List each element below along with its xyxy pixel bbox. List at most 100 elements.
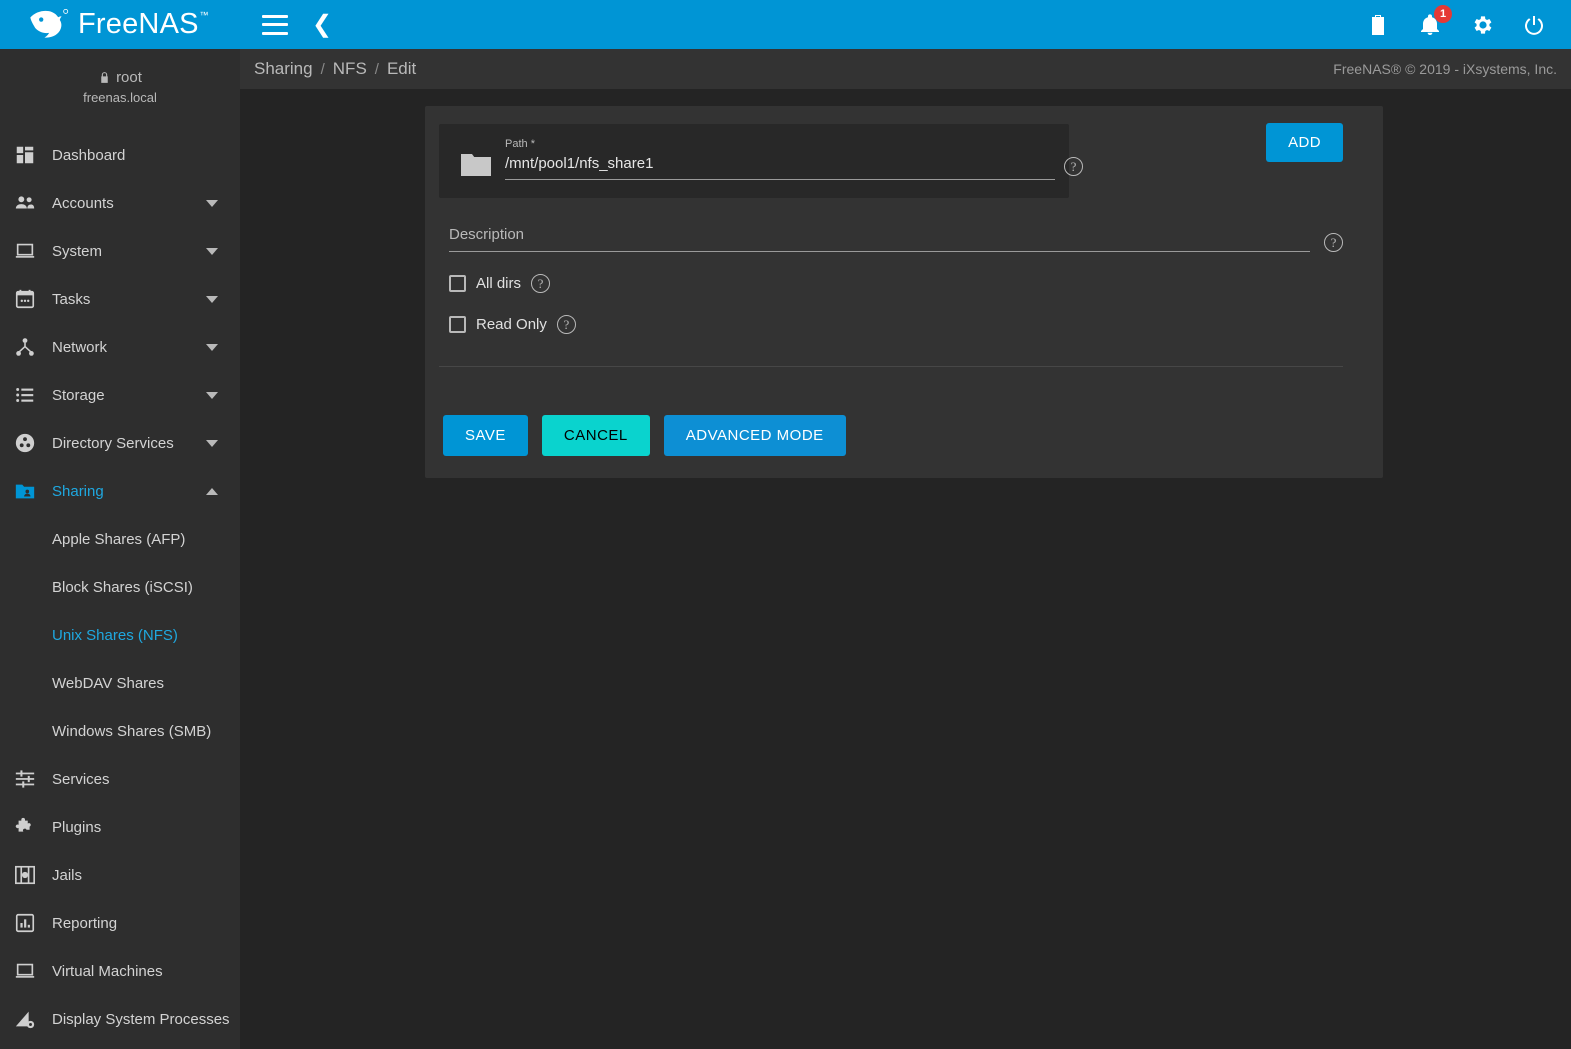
display-system-processes-icon xyxy=(14,1007,50,1031)
help-circle-icon[interactable]: ? xyxy=(556,315,576,334)
form-divider xyxy=(439,366,1343,367)
top-bar: FreeNAS ™ ❮ 1 xyxy=(0,0,1571,49)
cancel-button[interactable]: CANCEL xyxy=(541,415,650,456)
sidebar-item-label: Directory Services xyxy=(52,434,174,452)
chevron-up-icon[interactable] xyxy=(206,487,218,495)
sidebar: root freenas.local Dashboard Accounts Sy… xyxy=(0,0,240,1049)
form-actions: SAVE CANCEL ADVANCED MODE xyxy=(425,393,1383,478)
sidebar-hostname: freenas.local xyxy=(83,90,157,105)
form-body: Path * ? ADD ? All dirs ? Read Only xyxy=(425,106,1383,393)
services-sliders-icon xyxy=(14,767,50,791)
description-input[interactable] xyxy=(449,225,1310,252)
path-field-wrap: Path * ? xyxy=(505,138,1083,180)
sidebar-item-plugins[interactable]: Plugins xyxy=(0,803,240,851)
sidebar-item-reporting[interactable]: Reporting xyxy=(0,899,240,947)
sidebar-item-label: Virtual Machines xyxy=(52,962,163,980)
sidebar-item-windows-shares[interactable]: Windows Shares (SMB) xyxy=(0,707,240,755)
hamburger-menu-icon[interactable] xyxy=(262,14,288,35)
sidebar-item-services[interactable]: Services xyxy=(0,755,240,803)
read-only-checkbox[interactable] xyxy=(449,316,466,333)
sidebar-subitem-label: Apple Shares (AFP) xyxy=(52,530,186,548)
sidebar-subitem-label: WebDAV Shares xyxy=(52,674,164,692)
sidebar-item-storage[interactable]: Storage xyxy=(0,371,240,419)
read-only-row: Read Only ? xyxy=(439,315,1343,334)
virtual-machines-icon xyxy=(14,959,50,983)
chevron-down-icon[interactable] xyxy=(206,247,218,255)
breadcrumb-item-sharing[interactable]: Sharing xyxy=(248,59,319,79)
brand-tm: ™ xyxy=(199,10,209,20)
path-input[interactable] xyxy=(505,154,1055,180)
help-circle-icon[interactable]: ? xyxy=(1324,233,1343,252)
all-dirs-checkbox[interactable] xyxy=(449,275,466,292)
app-logo[interactable]: FreeNAS ™ xyxy=(0,0,240,49)
power-icon[interactable] xyxy=(1521,12,1547,38)
sidebar-item-label: Services xyxy=(52,770,110,788)
gear-settings-icon[interactable] xyxy=(1469,12,1495,38)
sidebar-item-label: Dashboard xyxy=(52,146,126,164)
sidebar-item-webdav-shares[interactable]: WebDAV Shares xyxy=(0,659,240,707)
sidebar-item-label: Plugins xyxy=(52,818,102,836)
sidebar-item-tasks[interactable]: Tasks xyxy=(0,275,240,323)
sidebar-item-label: Network xyxy=(52,338,108,356)
breadcrumb-separator: / xyxy=(320,60,325,78)
main-content: Path * ? ADD ? All dirs ? Read Only xyxy=(240,89,1571,1049)
all-dirs-row: All dirs ? xyxy=(439,274,1343,293)
brand-name: FreeNAS xyxy=(78,8,199,40)
breadcrumb-item-nfs[interactable]: NFS xyxy=(327,59,373,79)
jails-icon xyxy=(14,863,50,887)
sidebar-item-unix-shares[interactable]: Unix Shares (NFS) xyxy=(0,611,240,659)
folder-icon[interactable] xyxy=(461,152,491,178)
sidebar-item-label: Reporting xyxy=(52,914,118,932)
system-laptop-icon xyxy=(14,239,50,263)
storage-list-icon xyxy=(14,383,50,407)
sidebar-subitem-label: Block Shares (iSCSI) xyxy=(52,578,193,596)
chevron-down-icon[interactable] xyxy=(206,295,218,303)
clipboard-tasks-icon[interactable] xyxy=(1365,12,1391,38)
sidebar-item-label: Display System Processes xyxy=(52,1010,230,1028)
save-button[interactable]: SAVE xyxy=(443,415,528,456)
breadcrumb-separator: / xyxy=(374,60,379,78)
description-field-group: ? xyxy=(439,225,1343,252)
sidebar-item-accounts[interactable]: Accounts xyxy=(0,179,240,227)
username-row: root xyxy=(0,69,240,86)
add-button[interactable]: ADD xyxy=(1266,123,1343,162)
sidebar-item-system[interactable]: System xyxy=(0,227,240,275)
reporting-chart-icon xyxy=(14,911,50,935)
all-dirs-label: All dirs xyxy=(476,275,522,292)
nfs-share-edit-card: Path * ? ADD ? All dirs ? Read Only xyxy=(425,106,1383,478)
sidebar-item-jails[interactable]: Jails xyxy=(0,851,240,899)
sidebar-item-network[interactable]: Network xyxy=(0,323,240,371)
sidebar-item-block-shares[interactable]: Block Shares (iSCSI) xyxy=(0,563,240,611)
chevron-down-icon[interactable] xyxy=(206,439,218,447)
sidebar-username: root xyxy=(116,69,142,86)
sidebar-nav: Dashboard Accounts System Tasks Network … xyxy=(0,131,240,1043)
chevron-down-icon[interactable] xyxy=(206,343,218,351)
sidebar-item-label: System xyxy=(52,242,103,260)
chevron-down-icon[interactable] xyxy=(206,391,218,399)
sidebar-item-apple-shares[interactable]: Apple Shares (AFP) xyxy=(0,515,240,563)
sidebar-item-sharing[interactable]: Sharing xyxy=(0,467,240,515)
bell-notifications-icon[interactable]: 1 xyxy=(1417,4,1452,38)
advanced-mode-button[interactable]: ADVANCED MODE xyxy=(663,415,846,456)
freenas-fish-logo xyxy=(26,8,70,42)
chevron-down-icon[interactable] xyxy=(206,199,218,207)
sidebar-item-dashboard[interactable]: Dashboard xyxy=(0,131,240,179)
sidebar-item-label: Storage xyxy=(52,386,105,404)
help-circle-icon[interactable]: ? xyxy=(531,274,551,293)
sidebar-item-directory-services[interactable]: Directory Services xyxy=(0,419,240,467)
accounts-people-icon xyxy=(14,191,50,215)
sidebar-item-virtual-machines[interactable]: Virtual Machines xyxy=(0,947,240,995)
help-circle-icon[interactable]: ? xyxy=(1064,157,1083,176)
required-marker: * xyxy=(530,138,535,150)
chevron-left-icon[interactable]: ❮ xyxy=(312,12,332,37)
path-field-group: Path * ? xyxy=(439,124,1083,198)
top-bar-actions: 1 xyxy=(1365,4,1571,38)
breadcrumb-item-edit: Edit xyxy=(386,59,417,78)
sidebar-item-label: Jails xyxy=(52,866,83,884)
sidebar-item-display-system-processes[interactable]: Display System Processes xyxy=(0,995,240,1043)
notification-badge: 1 xyxy=(1434,4,1452,23)
plugins-puzzle-icon xyxy=(14,815,50,839)
sharing-folder-icon xyxy=(14,479,50,503)
breadcrumb-bar: Sharing / NFS / Edit FreeNAS® © 2019 - i… xyxy=(240,49,1571,89)
directory-services-icon xyxy=(14,431,50,455)
